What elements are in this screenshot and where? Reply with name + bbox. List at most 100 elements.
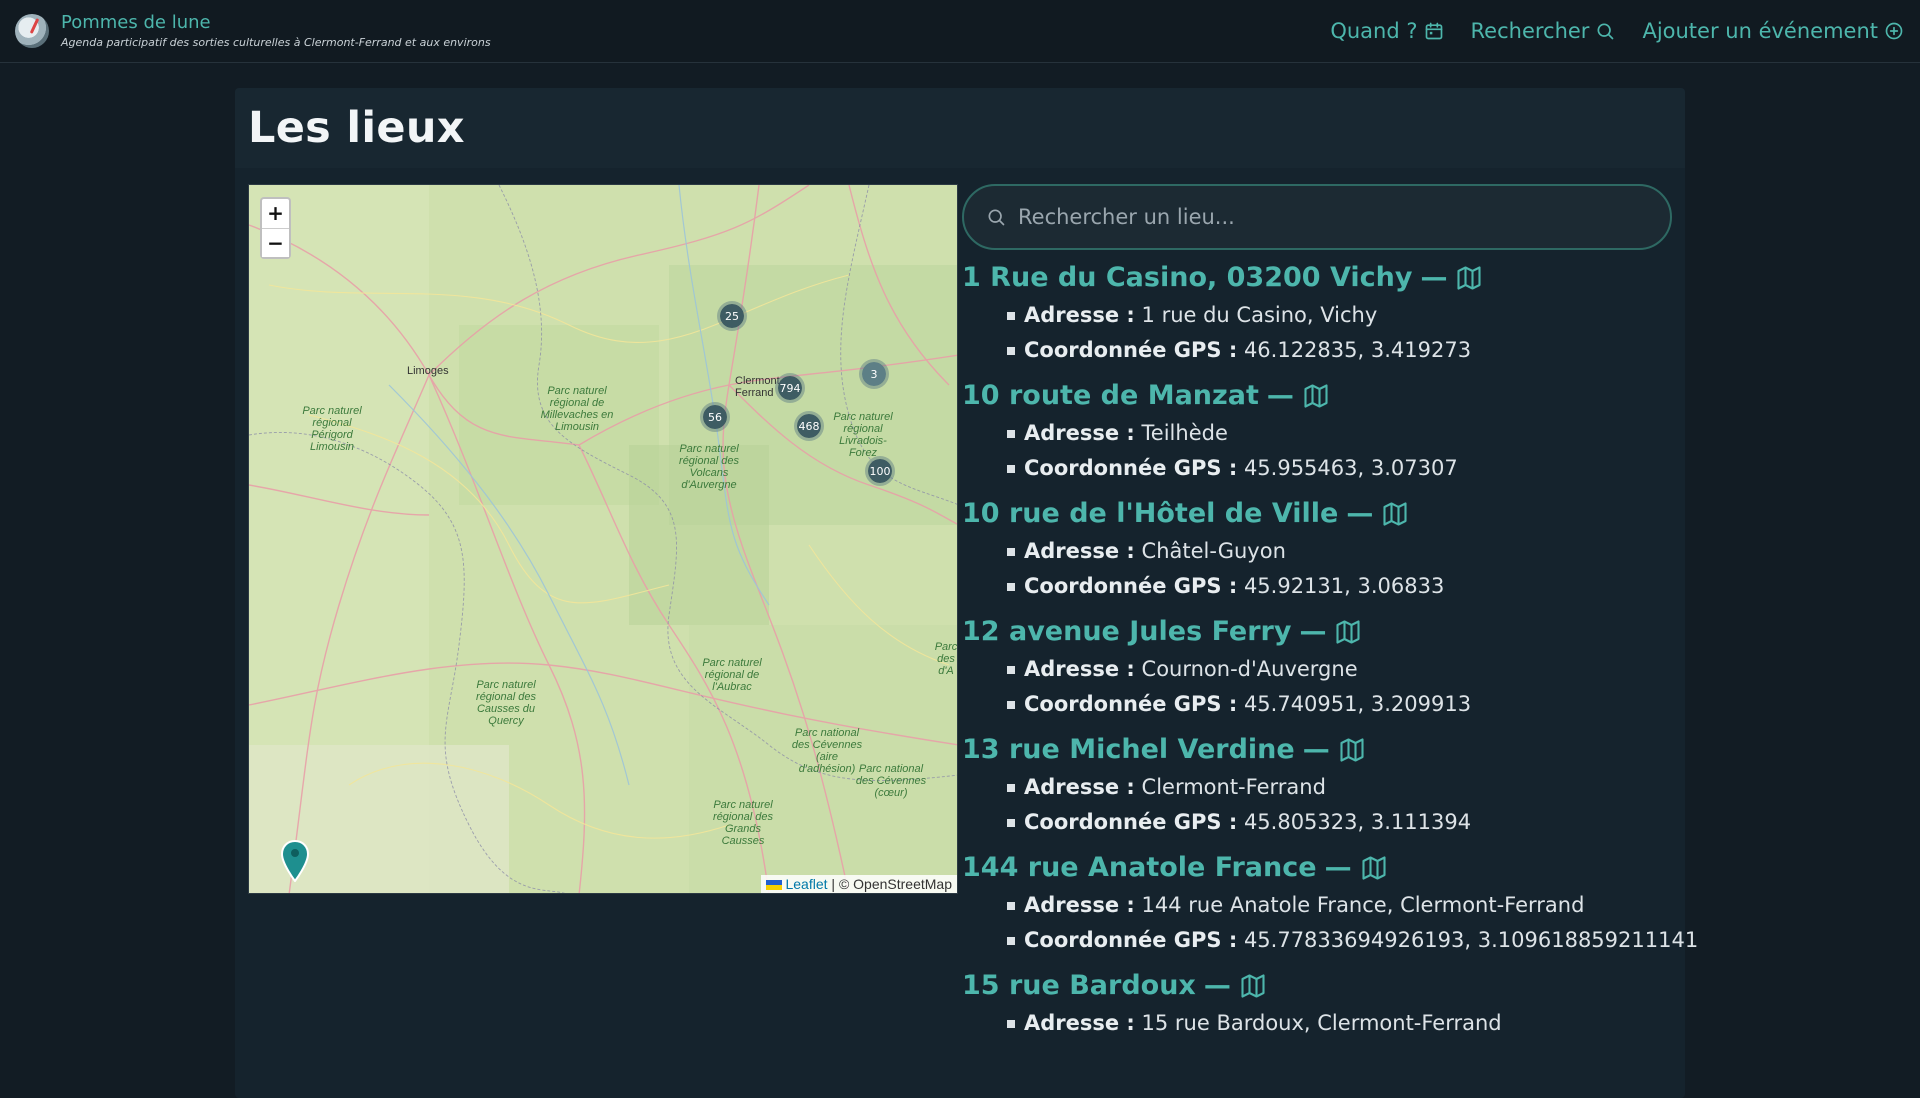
map-cluster-marker[interactable]: 100 <box>865 456 895 486</box>
cluster-count: 100 <box>869 464 891 478</box>
map-icon[interactable] <box>1338 736 1366 764</box>
address-value: Clermont-Ferrand <box>1141 775 1326 799</box>
separator-dash: — <box>1420 262 1448 293</box>
brand-text: Pommes de lune Agenda participatif des s… <box>61 12 491 50</box>
cluster-count: 25 <box>725 309 739 323</box>
search-icon <box>988 209 1005 226</box>
map-label-limoges: Limoges <box>407 365 449 377</box>
nav-search-label: Rechercher <box>1470 19 1590 43</box>
place-details: Adresse : 144 rue Anatole France, Clermo… <box>962 888 1698 958</box>
place-gps: Coordonnée GPS : 45.955463, 3.07307 <box>1002 451 1672 486</box>
map-cluster-marker[interactable]: 56 <box>700 402 730 432</box>
place-name-link[interactable]: 10 route de Manzat <box>962 376 1259 416</box>
site-title[interactable]: Pommes de lune <box>61 12 491 34</box>
separator-dash: — <box>1302 734 1330 765</box>
cluster-count: 56 <box>708 410 722 424</box>
place-heading: 10 route de Manzat — <box>962 376 1672 416</box>
place-address: Adresse : Cournon-d'Auvergne <box>1002 652 1672 687</box>
places-list: 1 Rue du Casino, 03200 Vichy — Adresse :… <box>962 258 1698 1041</box>
map-icon[interactable] <box>1455 264 1483 292</box>
map-cluster-marker[interactable]: 25 <box>717 301 747 331</box>
address-value: Teilhède <box>1141 421 1228 445</box>
place-heading: 12 avenue Jules Ferry — <box>962 612 1672 652</box>
cluster-count: 468 <box>798 419 820 433</box>
map-icon[interactable] <box>1302 382 1330 410</box>
place-item: 10 route de Manzat — Adresse : Teilhède … <box>962 376 1672 486</box>
map-icon[interactable] <box>1360 854 1388 882</box>
map-icon[interactable] <box>1334 618 1362 646</box>
zoom-in-button[interactable]: + <box>262 199 289 229</box>
separator-dash: — <box>1266 380 1294 411</box>
place-item: 15 rue Bardoux — Adresse : 15 rue Bardou… <box>962 966 1672 1041</box>
site-subtitle: Agenda participatif des sorties culturel… <box>61 36 491 49</box>
map-cluster-marker[interactable]: 794 <box>775 373 805 403</box>
brand-link[interactable]: Pommes de lune Agenda participatif des s… <box>15 12 491 50</box>
leaflet-link[interactable]: Leaflet <box>785 876 827 892</box>
address-value: 1 rue du Casino, Vichy <box>1141 303 1378 327</box>
place-gps: Coordonnée GPS : 45.805323, 3.111394 <box>1002 805 1672 840</box>
place-gps: Coordonnée GPS : 46.122835, 3.419273 <box>1002 333 1672 368</box>
separator-dash: — <box>1346 498 1374 529</box>
place-heading: 144 rue Anatole France — <box>962 848 1672 888</box>
map-attribution: Leaflet | © OpenStreetMap <box>761 875 957 893</box>
gps-value: 45.955463, 3.07307 <box>1243 456 1458 480</box>
address-value: 15 rue Bardoux, Clermont-Ferrand <box>1141 1011 1502 1035</box>
gps-label: Coordonnée GPS : <box>1024 810 1238 834</box>
map-label-parc-causses-quercy: Parc naturel régional des Causses du Que… <box>476 679 536 727</box>
place-item: 144 rue Anatole France — Adresse : 144 r… <box>962 848 1698 958</box>
place-item: 12 avenue Jules Ferry — Adresse : Courno… <box>962 612 1672 722</box>
map-icon[interactable] <box>1381 500 1409 528</box>
place-address: Adresse : 15 rue Bardoux, Clermont-Ferra… <box>1002 1006 1672 1041</box>
map-cluster-marker[interactable]: 3 <box>859 359 889 389</box>
place-address: Adresse : 1 rue du Casino, Vichy <box>1002 298 1672 333</box>
map-cluster-marker[interactable]: 468 <box>794 411 824 441</box>
ukraine-flag-icon <box>766 880 783 891</box>
place-name-link[interactable]: 144 rue Anatole France <box>962 848 1317 888</box>
place-search-input[interactable] <box>1018 205 1618 229</box>
separator-dash: — <box>1299 616 1327 647</box>
place-details: Adresse : 15 rue Bardoux, Clermont-Ferra… <box>962 1006 1672 1041</box>
main-container: Les lieux + − Limoges Clermont-Ferrand P… <box>235 88 1698 1098</box>
map-icon[interactable] <box>1239 972 1267 1000</box>
map-label-parc-livradois: Parc naturel régional Livradois-Forez <box>833 411 893 459</box>
nav-add-event-link[interactable]: Ajouter un événement <box>1642 19 1904 43</box>
place-name-link[interactable]: 13 rue Michel Verdine <box>962 730 1295 770</box>
cluster-count: 3 <box>870 367 878 381</box>
osm-attribution[interactable]: © OpenStreetMap <box>839 876 952 892</box>
place-name-link[interactable]: 12 avenue Jules Ferry <box>962 612 1291 652</box>
zoom-out-button[interactable]: − <box>262 228 289 257</box>
place-name-link[interactable]: 10 rue de l'Hôtel de Ville <box>962 494 1338 534</box>
nav-when-link[interactable]: Quand ? <box>1330 19 1443 43</box>
search-icon <box>1597 23 1614 40</box>
address-value: Châtel-Guyon <box>1141 539 1286 563</box>
separator-dash: — <box>1324 852 1352 883</box>
site-logo <box>15 14 49 48</box>
map-pin-icon[interactable] <box>281 840 309 882</box>
place-heading: 10 rue de l'Hôtel de Ville — <box>962 494 1672 534</box>
map-label-grands-causses: Parc naturel régional des Grands Causses <box>713 799 773 847</box>
plus-circle-icon <box>1885 22 1903 40</box>
place-address: Adresse : Châtel-Guyon <box>1002 534 1672 569</box>
place-name-link[interactable]: 1 Rue du Casino, 03200 Vichy <box>962 258 1412 298</box>
place-details: Adresse : Châtel-Guyon Coordonnée GPS : … <box>962 534 1672 604</box>
place-item: 10 rue de l'Hôtel de Ville — Adresse : C… <box>962 494 1672 604</box>
nav-search-link[interactable]: Rechercher <box>1471 19 1616 43</box>
address-label: Adresse : <box>1024 657 1135 681</box>
place-name-link[interactable]: 15 rue Bardoux <box>962 966 1196 1006</box>
nav-add-event-label: Ajouter un événement <box>1642 19 1878 43</box>
gps-value: 45.77833694926193, 3.109618859211141 <box>1243 928 1699 952</box>
places-panel: 1 Rue du Casino, 03200 Vichy — Adresse :… <box>962 184 1698 1049</box>
place-details: Adresse : Cournon-d'Auvergne Coordonnée … <box>962 652 1672 722</box>
main-nav: Quand ? Rechercher Ajouter un événement <box>1330 19 1904 43</box>
place-gps: Coordonnée GPS : 45.740951, 3.209913 <box>1002 687 1672 722</box>
place-gps: Coordonnée GPS : 45.92131, 3.06833 <box>1002 569 1672 604</box>
gps-label: Coordonnée GPS : <box>1024 574 1238 598</box>
calendar-icon <box>1425 22 1442 40</box>
place-search-box <box>962 184 1672 250</box>
place-details: Adresse : Teilhède Coordonnée GPS : 45.9… <box>962 416 1672 486</box>
places-map[interactable]: + − Limoges Clermont-Ferrand Parc nature… <box>248 184 958 894</box>
separator-dash: — <box>1203 970 1231 1001</box>
address-label: Adresse : <box>1024 1011 1135 1035</box>
cluster-count: 794 <box>779 381 801 395</box>
gps-label: Coordonnée GPS : <box>1024 928 1238 952</box>
